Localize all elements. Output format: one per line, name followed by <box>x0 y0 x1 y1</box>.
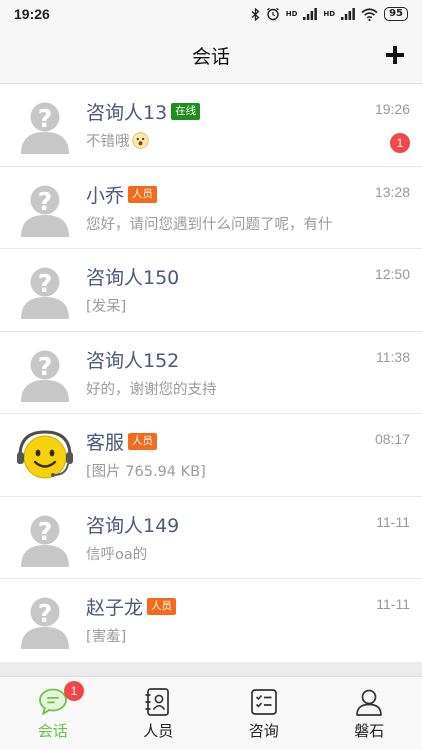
status-bar: 19:26 HD HD 95 <box>0 0 422 28</box>
signal-label-1: HD <box>285 10 298 18</box>
conversation-name: 客服 <box>86 432 125 454</box>
conversation-name: 小乔 <box>86 184 125 207</box>
conversation-preview: [发呆] <box>86 295 126 316</box>
conversation-time: 11-11 <box>376 513 410 530</box>
avatar: ? <box>16 96 74 154</box>
staff-badge: 人员 <box>128 433 158 450</box>
conversation-item[interactable]: 客服 人员 08:17 [图片 765.94 KB] <box>0 414 422 497</box>
conversation-preview: [图片 765.94 KB] <box>86 460 206 481</box>
conversation-preview-text: 您好，请问您遇到什么问题了呢，有什 <box>86 216 333 233</box>
tab-label: 人员 <box>143 722 174 740</box>
conversation-preview-text: 好的，谢谢您的支持 <box>86 381 217 398</box>
wifi-icon <box>361 7 378 21</box>
person-icon <box>356 689 383 716</box>
unread-count-badge: 1 <box>390 133 410 153</box>
conversation-preview-text: 信呼oa的 <box>86 546 148 563</box>
tab-staff[interactable]: 人员 <box>106 677 212 750</box>
svg-text:?: ? <box>38 352 53 381</box>
checklist-icon <box>250 689 277 715</box>
conversation-name: 咨询人13 <box>86 102 168 124</box>
conversation-time: 13:28 <box>374 183 410 200</box>
contacts-icon <box>145 688 170 716</box>
svg-text:?: ? <box>38 104 53 133</box>
conversation-preview-text: 不错哦 <box>86 134 130 150</box>
avatar-support <box>16 426 74 484</box>
avatar: ? <box>16 261 74 319</box>
conversation-name-row: 咨询人152 <box>86 346 179 373</box>
status-icons: HD HD 95 <box>251 7 408 21</box>
svg-text:?: ? <box>38 517 53 546</box>
tab-consult[interactable]: 咨询 <box>211 677 317 750</box>
bluetooth-icon <box>251 7 260 21</box>
conversation-name-row: 咨询人150 <box>86 263 179 290</box>
svg-text:?: ? <box>38 599 53 628</box>
avatar: ? <box>16 508 74 567</box>
conversation-time: 11:38 <box>376 348 410 365</box>
tab-unread-badge: 1 <box>64 681 84 701</box>
conversation-name: 咨询人150 <box>86 267 180 289</box>
conversation-item[interactable]: ? 咨询人152 11:38 好的，谢谢您的支持 <box>0 331 422 414</box>
tab-label: 磐石 <box>354 722 385 740</box>
svg-text:?: ? <box>38 187 53 216</box>
conversation-preview: 信呼oa的 <box>86 543 147 564</box>
tab-label: 咨询 <box>248 722 279 740</box>
conversation-name-row: 小乔 人员 <box>86 181 158 208</box>
conversation-item[interactable]: ? 小乔 人员 13:28 您好，请问您遇到什么问题了呢，有什 <box>0 166 422 249</box>
signal-icon-2 <box>341 8 355 20</box>
staff-badge: 人员 <box>147 598 177 615</box>
conversation-preview-text: [发呆] <box>86 299 127 315</box>
conversation-item[interactable]: ? 咨询人13 在线 19:26 不错哦 1 <box>0 84 422 167</box>
conversation-preview-text: [害羞] <box>86 629 127 645</box>
conversation-name: 咨询人149 <box>86 514 180 537</box>
conversation-name-row: 客服 人员 <box>86 428 158 455</box>
conversation-preview: 不错哦 <box>86 130 149 151</box>
conversation-item[interactable]: ? 咨询人149 11-11 信呼oa的 <box>0 496 422 579</box>
conversation-time: 08:17 <box>374 431 410 447</box>
conversation-item[interactable]: ? 咨询人150 12:50 [发呆] <box>0 249 422 332</box>
conversation-time: 19:26 <box>374 101 410 117</box>
svg-text:?: ? <box>38 269 53 298</box>
conversation-item[interactable]: ? 赵子龙 人员 11-11 [害羞] <box>0 579 422 662</box>
conversation-name-row: 咨询人13 在线 <box>86 98 201 125</box>
conversation-preview-text: [图片 765.94 KB] <box>86 464 206 480</box>
battery-indicator: 95 <box>384 7 408 21</box>
conversation-preview: 好的，谢谢您的支持 <box>86 378 217 399</box>
add-icon[interactable] <box>382 42 408 68</box>
conversation-time: 12:50 <box>374 266 410 282</box>
alarm-icon <box>266 7 279 21</box>
signal-label-2: HD <box>323 10 336 18</box>
conversation-name-row: 赵子龙 人员 <box>86 593 177 620</box>
surprised-emoji-icon <box>131 132 149 149</box>
conversation-preview: 您好，请问您遇到什么问题了呢，有什 <box>86 213 333 234</box>
tab-conversations[interactable]: 1 会话 <box>0 677 106 750</box>
avatar: ? <box>16 343 74 402</box>
avatar: ? <box>16 178 74 237</box>
nav-bar: 会话 <box>0 28 422 84</box>
page-title: 会话 <box>191 46 230 68</box>
avatar: ? <box>16 591 74 649</box>
signal-icon-1 <box>303 8 318 20</box>
tab-profile[interactable]: 磐石 <box>317 677 422 750</box>
conversation-name-row: 咨询人149 <box>86 511 179 538</box>
staff-badge: 人员 <box>128 185 158 203</box>
status-time: 19:26 <box>14 6 50 22</box>
conversation-preview: [害羞] <box>86 625 126 646</box>
tab-label: 会话 <box>37 722 68 740</box>
conversation-name: 赵子龙 <box>86 597 144 619</box>
conversation-time: 11-11 <box>376 596 410 612</box>
conversation-name: 咨询人152 <box>86 349 180 372</box>
online-status-badge: 在线 <box>171 103 201 120</box>
tab-bar: 1 会话 人员 咨询 磐石 <box>0 676 422 750</box>
conversation-list: ? 咨询人13 在线 19:26 不错哦 1? 小乔 人员 13:28 您好，请问您遇到什么问题了… <box>0 84 422 662</box>
